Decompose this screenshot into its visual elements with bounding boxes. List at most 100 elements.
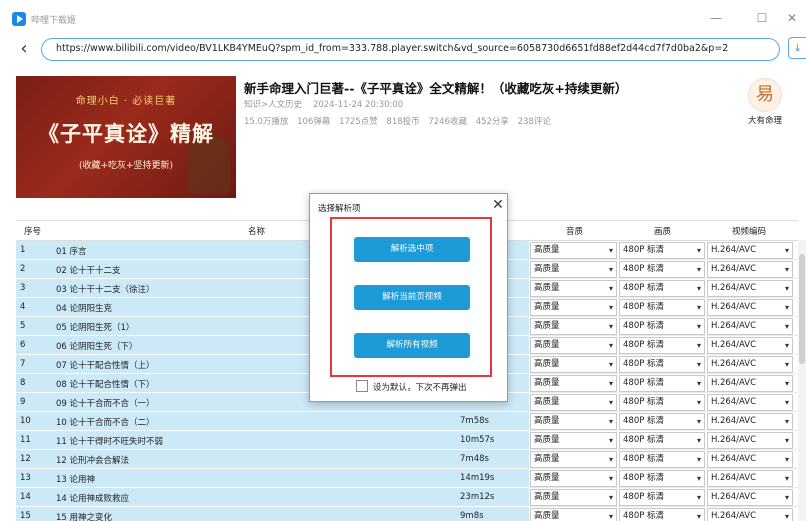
row-index: 11	[20, 435, 31, 445]
audio-quality-select[interactable]: 高质量	[530, 337, 617, 354]
video-codec-select[interactable]: H.264/AVC	[707, 489, 793, 506]
video-quality-select[interactable]: 480P 标清	[619, 280, 705, 297]
row-duration: 7m48s	[460, 454, 489, 464]
video-quality-select[interactable]: 480P 标清	[619, 337, 705, 354]
video-codec-select[interactable]: H.264/AVC	[707, 375, 793, 392]
close-window-button[interactable]: ✕	[784, 10, 800, 26]
thumbnail-bottom-text: (收藏+吃灰+坚持更新)	[78, 161, 174, 171]
audio-quality-select[interactable]: 高质量	[530, 413, 617, 430]
header-index[interactable]: 序号	[24, 225, 41, 237]
video-quality-select[interactable]: 480P 标清	[619, 394, 705, 411]
app-logo-icon	[12, 12, 26, 26]
video-quality-select[interactable]: 480P 标清	[619, 489, 705, 506]
video-title: 新手命理入门巨著--《子平真诠》全文精解！（收藏吃灰+持续更新）	[244, 81, 628, 96]
stat-coins: 818投币	[386, 117, 420, 127]
video-quality-select[interactable]: 480P 标清	[619, 508, 705, 521]
video-quality-select[interactable]: 480P 标清	[619, 356, 705, 373]
audio-quality-select[interactable]: 高质量	[530, 470, 617, 487]
video-codec-select[interactable]: H.264/AVC	[707, 508, 793, 521]
parse-all-button[interactable]: 解析所有视频	[354, 333, 470, 358]
set-default-label[interactable]: 设为默认，下次不再弹出	[373, 381, 467, 393]
video-codec-select[interactable]: H.264/AVC	[707, 242, 793, 259]
audio-quality-select[interactable]: 高质量	[530, 451, 617, 468]
table-row[interactable]: 14 14 论用神成败救应 23m12s 高质量480P 标清H.264/AVC	[16, 488, 798, 507]
row-name: 13 论用神	[56, 475, 96, 485]
scrollbar-thumb[interactable]	[799, 254, 805, 364]
video-codec-select[interactable]: H.264/AVC	[707, 337, 793, 354]
video-codec-select[interactable]: H.264/AVC	[707, 356, 793, 373]
download-icon[interactable]: ⤓	[788, 37, 806, 59]
video-quality-select[interactable]: 480P 标清	[619, 299, 705, 316]
audio-quality-select[interactable]: 高质量	[530, 489, 617, 506]
row-index: 5	[20, 321, 26, 331]
video-quality-select[interactable]: 480P 标清	[619, 375, 705, 392]
header-name[interactable]: 名称	[248, 225, 265, 237]
video-quality-select[interactable]: 480P 标清	[619, 470, 705, 487]
video-meta: 知识>人文历史 2024-11-24 20:30:00	[244, 98, 403, 110]
audio-quality-select[interactable]: 高质量	[530, 394, 617, 411]
video-codec-select[interactable]: H.264/AVC	[707, 413, 793, 430]
table-row[interactable]: 11 11 论十干得时不旺失时不弱 10m57s 高质量480P 标清H.264/AV…	[16, 431, 798, 450]
audio-quality-select[interactable]: 高质量	[530, 356, 617, 373]
row-index: 6	[20, 340, 26, 350]
row-index: 7	[20, 359, 26, 369]
uploader-name[interactable]: 大有命理	[730, 114, 800, 126]
video-quality-select[interactable]: 480P 标清	[619, 242, 705, 259]
audio-quality-select[interactable]: 高质量	[530, 432, 617, 449]
url-input[interactable]: https://www.bilibili.com/video/BV1LKB4YM…	[41, 38, 780, 61]
video-codec-select[interactable]: H.264/AVC	[707, 318, 793, 335]
video-codec-select[interactable]: H.264/AVC	[707, 261, 793, 278]
close-icon[interactable]: ✕	[491, 198, 505, 212]
thumbnail-main-text: 《子平真诠》精解	[38, 121, 214, 146]
parse-selected-button[interactable]: 解析选中项	[354, 237, 470, 262]
audio-quality-select[interactable]: 高质量	[530, 508, 617, 521]
audio-quality-select[interactable]: 高质量	[530, 375, 617, 392]
thumbnail-top-text: 命理小白 · 必读巨著	[75, 96, 177, 107]
row-duration: 9m8s	[460, 511, 484, 521]
maximize-button[interactable]: ☐	[754, 10, 770, 26]
row-name: 01 序言	[56, 247, 87, 257]
parse-current-page-button[interactable]: 解析当前页视频	[354, 285, 470, 310]
row-name: 14 论用神成败救应	[56, 494, 130, 504]
parse-options-dialog: 选择解析项 ✕ 解析选中项 解析当前页视频 解析所有视频 设为默认，下次不再弹出	[309, 193, 508, 402]
video-quality-select[interactable]: 480P 标清	[619, 261, 705, 278]
audio-quality-select[interactable]: 高质量	[530, 318, 617, 335]
audio-quality-select[interactable]: 高质量	[530, 280, 617, 297]
minimize-button[interactable]: —	[708, 10, 724, 26]
table-row[interactable]: 10 10 论十干合而不合（二） 7m58s 高质量480P 标清H.264/AVC	[16, 412, 798, 431]
audio-quality-select[interactable]: 高质量	[530, 299, 617, 316]
row-name: 03 论十干十二支（徐注）	[56, 285, 155, 295]
video-date: 2024-11-24 20:30:00	[312, 100, 404, 110]
video-codec-select[interactable]: H.264/AVC	[707, 299, 793, 316]
stat-comments: 238评论	[517, 117, 551, 127]
video-codec-select[interactable]: H.264/AVC	[707, 394, 793, 411]
video-thumbnail: 命理小白 · 必读巨著 《子平真诠》精解 (收藏+吃灰+坚持更新)	[16, 76, 236, 198]
video-codec-select[interactable]: H.264/AVC	[707, 432, 793, 449]
table-row[interactable]: 13 13 论用神 14m19s 高质量480P 标清H.264/AVC	[16, 469, 798, 488]
audio-quality-select[interactable]: 高质量	[530, 261, 617, 278]
video-stats: 15.0万播放 106弹幕 1725点赞 818投币 7246收藏 452分享 …	[244, 115, 557, 127]
row-name: 04 论阴阳生克	[56, 304, 113, 314]
table-row[interactable]: 15 15 用神之变化 9m8s 高质量480P 标清H.264/AVC	[16, 507, 798, 521]
video-quality-select[interactable]: 480P 标清	[619, 318, 705, 335]
uploader-avatar[interactable]: 易	[748, 78, 782, 112]
stat-favorites: 7246收藏	[428, 117, 467, 127]
table-scrollbar[interactable]	[798, 240, 806, 521]
back-button[interactable]: ‹	[16, 40, 32, 58]
video-quality-select[interactable]: 480P 标清	[619, 413, 705, 430]
header-quality[interactable]: 画质	[654, 225, 671, 237]
set-default-checkbox[interactable]	[356, 380, 368, 392]
table-row[interactable]: 12 12 论刑冲会合解法 7m48s 高质量480P 标清H.264/AVC	[16, 450, 798, 469]
video-codec-select[interactable]: H.264/AVC	[707, 451, 793, 468]
video-quality-select[interactable]: 480P 标清	[619, 432, 705, 449]
header-codec[interactable]: 视频编码	[732, 225, 766, 237]
row-name: 06 论阴阳生死（下）	[56, 342, 138, 352]
row-name: 08 论十干配合性情（下）	[56, 380, 155, 390]
header-audio[interactable]: 音质	[566, 225, 583, 237]
row-name: 02 论十干十二支	[56, 266, 121, 276]
row-name: 15 用神之变化	[56, 513, 113, 521]
video-codec-select[interactable]: H.264/AVC	[707, 470, 793, 487]
video-codec-select[interactable]: H.264/AVC	[707, 280, 793, 297]
video-quality-select[interactable]: 480P 标清	[619, 451, 705, 468]
audio-quality-select[interactable]: 高质量	[530, 242, 617, 259]
